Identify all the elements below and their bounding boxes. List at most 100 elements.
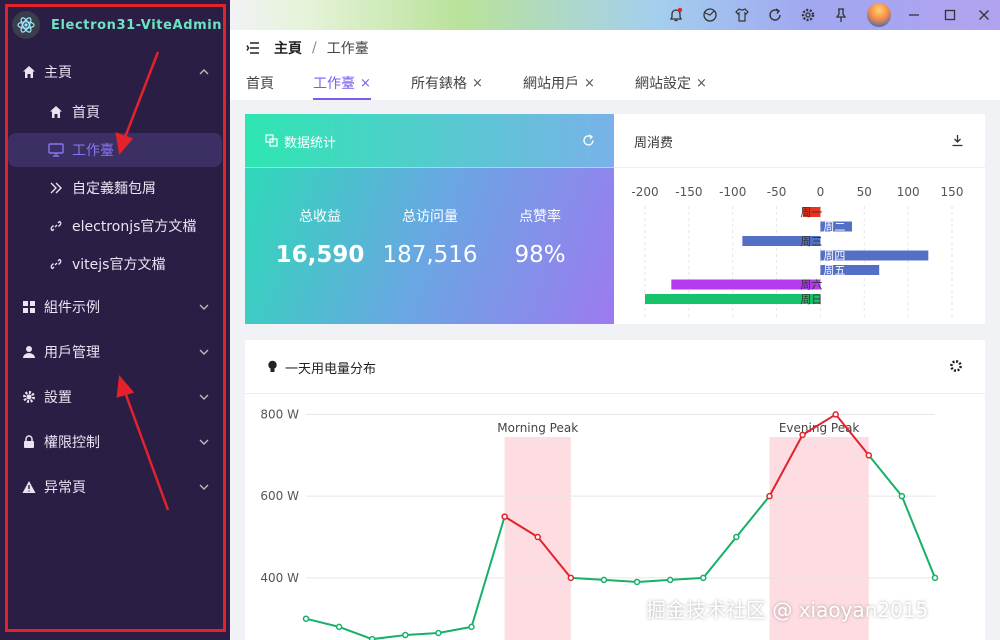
bar <box>671 279 821 290</box>
line-segment <box>636 578 671 583</box>
line-segment <box>372 634 406 640</box>
data-point <box>666 576 674 584</box>
bar-label: 周二 <box>823 221 845 234</box>
skin-icon[interactable] <box>734 7 750 23</box>
close-icon[interactable] <box>976 7 992 23</box>
x-tick-label: 150 <box>941 185 964 199</box>
stat-value-like-rate: 98% <box>514 242 566 268</box>
electricity-title: 一天用电量分布 <box>285 362 377 377</box>
tab-label: 網站用戶 <box>523 76 579 92</box>
weekly-spend-chart: -200 -150 -100 -50 0 50 100 150 周一周二周三周四周五周六周日 <box>631 185 964 318</box>
refresh-icon[interactable] <box>767 7 783 23</box>
pin-icon[interactable] <box>833 7 849 23</box>
line-segment <box>900 495 936 579</box>
data-point <box>733 533 740 541</box>
minimize-icon[interactable] <box>906 7 922 23</box>
data-point <box>302 615 310 622</box>
breadcrumb-home[interactable]: 主頁 <box>274 38 302 58</box>
breadcrumb-current: 工作臺 <box>326 41 369 57</box>
avatar[interactable] <box>867 3 891 27</box>
bar-label: 周四 <box>823 250 845 263</box>
stat-label-like-rate: 点赞率 <box>519 209 561 225</box>
x-tick-label: 0 <box>817 185 825 199</box>
line-segment <box>405 632 439 637</box>
weekly-spend-card: 周消费 -200 -150 -100 -50 0 50 100 150 周一 周二 周三 周四 周五 周六… <box>614 114 985 324</box>
data-point <box>700 574 707 582</box>
data-point <box>402 631 409 639</box>
x-tick-label: -200 <box>631 185 658 199</box>
line-segment <box>438 625 472 634</box>
data-point <box>931 574 939 582</box>
maximize-icon[interactable] <box>942 7 958 23</box>
tab-site-users[interactable]: 網站用戶 × <box>523 66 595 100</box>
bar-label: 周三 <box>800 235 822 248</box>
data-point <box>865 452 873 459</box>
stat-label-revenue: 总收益 <box>299 209 341 225</box>
breadcrumb: 主頁 / 工作臺 <box>230 30 1000 66</box>
watermark: 掘金技术社区 @ xiaoyan2015 <box>646 598 929 622</box>
tab-close-icon[interactable]: × <box>696 76 707 91</box>
bar-label: 周一 <box>800 206 822 219</box>
menu-fold-icon[interactable] <box>246 42 260 54</box>
data-point <box>766 492 773 500</box>
copy-icon <box>265 134 278 147</box>
title-bar <box>230 0 1000 30</box>
weekly-spend-title: 周消费 <box>634 136 674 151</box>
refresh-icon[interactable] <box>582 134 595 147</box>
data-point <box>435 629 442 637</box>
bar-label: 周日 <box>800 293 822 306</box>
line-segment <box>470 516 506 628</box>
tab-home[interactable]: 首頁 <box>246 66 274 100</box>
stat-label-visits: 总访问量 <box>402 209 458 225</box>
tab-close-icon[interactable]: × <box>472 76 483 91</box>
data-point <box>898 492 906 500</box>
data-point <box>501 513 508 520</box>
line-segment <box>702 536 738 579</box>
tab-site-settings[interactable]: 網站設定 × <box>635 66 707 100</box>
x-tick-label: -50 <box>767 185 787 199</box>
data-point <box>567 574 575 582</box>
tab-label: 首頁 <box>246 76 274 92</box>
data-point <box>799 431 806 439</box>
download-icon[interactable] <box>951 134 964 147</box>
peak-label: Morning Peak <box>497 421 578 435</box>
tab-label: 工作臺 <box>313 76 355 92</box>
data-point <box>368 635 376 640</box>
x-tick-label: -150 <box>675 185 702 199</box>
stats-body: 总收益 总访问量 点赞率 16,590 187,516 98% <box>245 168 614 324</box>
line-segment <box>338 625 373 640</box>
x-tick-label: 50 <box>857 185 872 199</box>
tab-workbench[interactable]: 工作臺 × <box>313 66 371 100</box>
y-tick-label: 800 W <box>260 407 299 421</box>
tab-label: 所有錶格 <box>411 76 467 92</box>
annotation-arrows <box>115 51 170 511</box>
tab-close-icon[interactable]: × <box>584 76 595 91</box>
gear-icon[interactable] <box>949 359 963 373</box>
gear-icon[interactable] <box>800 7 816 23</box>
line-segment <box>305 617 340 628</box>
data-point <box>832 411 839 418</box>
line-segment <box>735 495 771 538</box>
main-content: 数据统计 总收益 总访问量 点赞率 16,590 187,516 98% 周消费… <box>230 100 1000 640</box>
data-point <box>468 623 475 631</box>
x-tick-label: 100 <box>897 185 920 199</box>
stat-value-revenue: 16,590 <box>275 242 365 268</box>
data-point <box>633 578 641 586</box>
bulb-icon <box>268 360 277 372</box>
stat-value-visits: 187,516 <box>382 242 478 268</box>
bar-label: 周五 <box>823 264 845 277</box>
stats-title: 数据统计 <box>284 136 337 151</box>
tab-label: 網站設定 <box>635 76 691 92</box>
line-segment <box>603 578 638 583</box>
data-point <box>335 623 343 631</box>
theme-icon[interactable] <box>702 7 718 23</box>
tab-close-icon[interactable]: × <box>360 76 371 91</box>
data-point <box>600 576 608 584</box>
bell-icon[interactable] <box>668 7 684 23</box>
y-tick-label: 600 W <box>260 489 299 503</box>
sidebar: Electron31-ViteAdmin 主頁 首頁 工作臺 自定義麵包屑 el… <box>0 0 230 640</box>
stats-header: 数据统计 <box>245 114 614 168</box>
data-point <box>534 533 541 541</box>
x-tick-label: -100 <box>719 185 746 199</box>
tab-tables[interactable]: 所有錶格 × <box>411 66 483 100</box>
